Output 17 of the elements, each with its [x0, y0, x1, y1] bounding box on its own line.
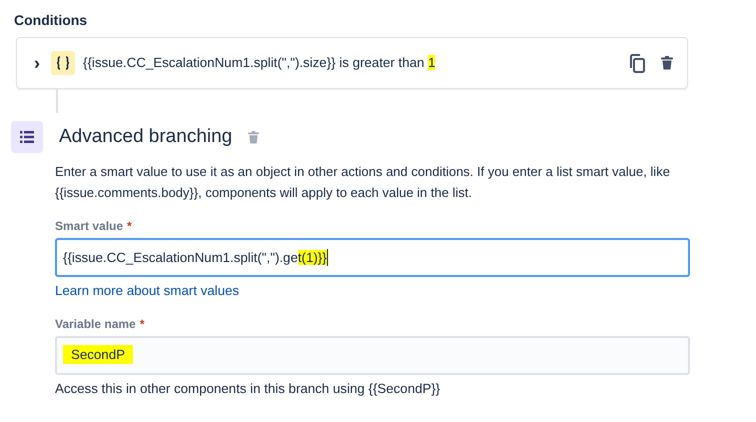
field-label: Variable name: [55, 316, 136, 333]
trash-icon[interactable]: [661, 56, 673, 70]
help-text: Access this in other components in this branch using {{SecondP}}: [55, 380, 442, 398]
input-field[interactable]: SecondP: [55, 336, 690, 375]
description-text: Enter a smart value to use it as an object in other actions and conditions. If you enter a list smart value, like {{issue.comments.body}}, components will apply to each value in the list.: [55, 163, 671, 202]
condition-text: {{issue.CC_EscalationNum1.split(",").size}} is greater than 1: [83, 54, 436, 72]
braces-icon: [51, 51, 75, 75]
section-heading: Conditions: [14, 11, 88, 30]
input-field[interactable]: {{issue.CC_EscalationNum1.split(",").get(1)}}: [55, 238, 690, 277]
copy-icon[interactable]: [629, 54, 645, 72]
section-title: Advanced branching: [59, 126, 232, 148]
list-icon: [11, 121, 43, 153]
expand-button[interactable]: ›: [31, 54, 43, 72]
required-mark: *: [127, 218, 132, 235]
field-label: Smart value: [55, 218, 124, 235]
required-mark: *: [140, 316, 144, 333]
learn-more-link[interactable]: Learn more about smart values: [55, 281, 240, 301]
